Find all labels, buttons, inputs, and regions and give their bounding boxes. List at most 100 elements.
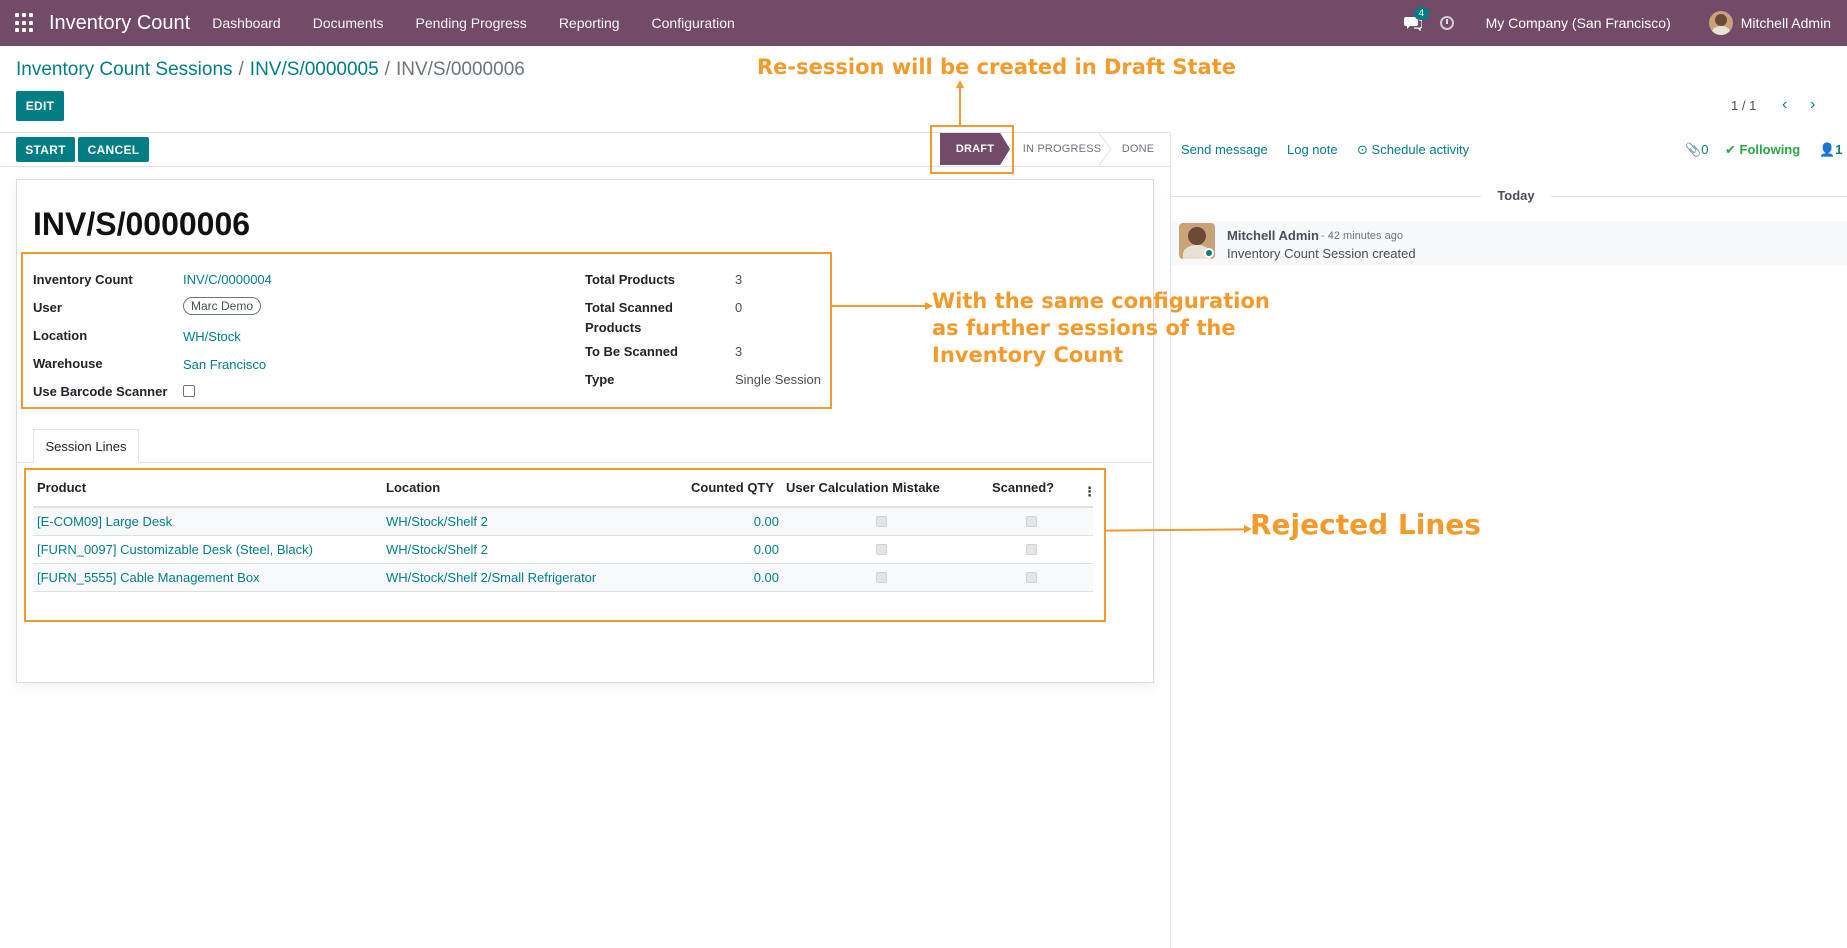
field-to-be-scanned: 3 xyxy=(735,344,743,359)
schedule-activity-button[interactable]: ⊙ Schedule activity xyxy=(1357,142,1469,158)
field-label-total-scanned-line2: Products xyxy=(585,320,642,335)
attachments-button[interactable]: 📎0 xyxy=(1685,142,1708,158)
annotation-rejected-note: Rejected Lines xyxy=(1250,508,1481,541)
followers-count: 1 xyxy=(1835,142,1843,157)
field-total-products: 3 xyxy=(735,272,743,287)
breadcrumb-separator: / xyxy=(238,59,244,80)
field-label-total-scanned: Total Scanned xyxy=(585,300,673,315)
field-label-total-products: Total Products xyxy=(585,272,676,287)
field-type: Single Session xyxy=(735,372,821,387)
app-name[interactable]: Inventory Count xyxy=(49,12,190,35)
user-menu[interactable]: Mitchell Admin xyxy=(1741,15,1831,31)
field-warehouse[interactable]: San Francisco xyxy=(183,357,266,372)
stage-draft[interactable]: DRAFT xyxy=(940,133,1010,165)
stage-done[interactable]: DONE xyxy=(1112,133,1164,165)
field-user[interactable]: Marc Demo xyxy=(183,297,262,315)
table-row[interactable]: [FURN_0097] Customizable Desk (Steel, Bl… xyxy=(33,536,1093,564)
table-row[interactable]: [FURN_5555] Cable Management Box WH/Stoc… xyxy=(33,564,1093,592)
clock-icon: ⊙ xyxy=(1357,142,1368,157)
menu-dashboard[interactable]: Dashboard xyxy=(212,15,281,31)
field-label-inventory-count: Inventory Count xyxy=(33,272,133,287)
row-product[interactable]: [FURN_0097] Customizable Desk (Steel, Bl… xyxy=(37,542,313,557)
message-author[interactable]: Mitchell Admin xyxy=(1227,228,1319,243)
field-inventory-count[interactable]: INV/C/0000004 xyxy=(183,272,272,287)
apps-menu-icon[interactable] xyxy=(15,13,35,33)
field-label-warehouse: Warehouse xyxy=(33,356,103,371)
paperclip-icon: 📎 xyxy=(1685,142,1702,157)
edit-button[interactable]: EDIT xyxy=(16,91,64,121)
person-icon: 👤 xyxy=(1819,142,1836,157)
menu-reporting[interactable]: Reporting xyxy=(559,15,620,31)
log-note-button[interactable]: Log note xyxy=(1287,142,1338,157)
breadcrumb-parent-session[interactable]: INV/S/0000005 xyxy=(250,59,379,81)
column-header-counted-qty[interactable]: Counted QTY xyxy=(691,480,774,495)
message-timestamp: - 42 minutes ago xyxy=(1321,230,1403,242)
field-label-type: Type xyxy=(585,372,615,387)
menu-pending-progress[interactable]: Pending Progress xyxy=(416,15,527,31)
activity-clock-icon[interactable] xyxy=(1439,16,1454,30)
optional-columns-icon[interactable]: ⋮ xyxy=(1083,484,1096,500)
chatter-message: Mitchell Admin - 42 minutes ago Inventor… xyxy=(1171,221,1847,265)
annotation-draft-note: Re-session will be created in Draft Stat… xyxy=(757,55,1237,79)
start-button[interactable]: START xyxy=(16,137,75,162)
user-avatar[interactable] xyxy=(1708,11,1733,35)
row-product[interactable]: [FURN_5555] Cable Management Box xyxy=(37,570,260,585)
attachments-count: 0 xyxy=(1701,142,1709,157)
tab-session-lines[interactable]: Session Lines xyxy=(33,429,139,463)
breadcrumb-current: INV/S/0000006 xyxy=(395,59,525,80)
online-status-icon xyxy=(1204,248,1214,258)
annotation-config-note: With the same configuration as further s… xyxy=(932,288,1270,369)
check-icon: ✔ xyxy=(1725,142,1736,157)
record-title: INV/S/0000006 xyxy=(33,206,251,242)
table-row[interactable]: [E-COM09] Large Desk WH/Stock/Shelf 2 0.… xyxy=(33,508,1093,536)
following-label: Following xyxy=(1739,142,1801,157)
row-counted-qty: 0.00 xyxy=(753,514,779,529)
stage-in-progress[interactable]: IN PROGRESS xyxy=(1012,133,1112,165)
divider xyxy=(1551,196,1847,197)
form-sheet xyxy=(16,179,1154,683)
row-product[interactable]: [E-COM09] Large Desk xyxy=(37,514,172,529)
annotation-arrow xyxy=(959,88,961,125)
company-switcher[interactable]: My Company (San Francisco) xyxy=(1486,15,1671,31)
column-header-product[interactable]: Product xyxy=(37,480,86,495)
chat-count-badge: 4 xyxy=(1413,7,1430,20)
row-scanned-checkbox xyxy=(1026,516,1037,527)
menu-documents[interactable]: Documents xyxy=(313,15,384,31)
column-header-scanned[interactable]: Scanned? xyxy=(992,480,1054,495)
user-tag[interactable]: Marc Demo xyxy=(183,297,262,315)
field-label-location: Location xyxy=(33,328,88,343)
chat-icon[interactable]: 4 xyxy=(1403,7,1430,32)
breadcrumb-sessions[interactable]: Inventory Count Sessions xyxy=(16,59,233,81)
row-location[interactable]: WH/Stock/Shelf 2 xyxy=(386,542,488,557)
cancel-button[interactable]: CANCEL xyxy=(78,137,149,162)
annotation-arrow xyxy=(832,305,927,307)
field-total-scanned: 0 xyxy=(735,300,743,315)
send-message-button[interactable]: Send message xyxy=(1181,142,1268,157)
breadcrumb-separator: / xyxy=(384,59,390,80)
field-location[interactable]: WH/Stock xyxy=(183,329,241,344)
row-counted-qty: 0.00 xyxy=(753,542,779,557)
schedule-activity-label: Schedule activity xyxy=(1371,142,1470,157)
date-separator: Today xyxy=(1497,188,1535,203)
field-label-user: User xyxy=(33,300,62,315)
use-barcode-scanner-checkbox[interactable] xyxy=(183,385,195,397)
message-body: Inventory Count Session created xyxy=(1227,246,1416,261)
row-location[interactable]: WH/Stock/Shelf 2/Small Refrigerator xyxy=(386,570,596,585)
annotation-arrow-head xyxy=(956,80,964,88)
followers-button[interactable]: 👤1 xyxy=(1819,142,1842,158)
column-header-user-calculation-mistake[interactable]: User Calculation Mistake xyxy=(786,480,940,495)
row-counted-qty: 0.00 xyxy=(753,570,779,585)
row-scanned-checkbox xyxy=(1026,544,1037,555)
following-button[interactable]: ✔ Following xyxy=(1725,142,1800,158)
row-location[interactable]: WH/Stock/Shelf 2 xyxy=(386,514,488,529)
tab-bar xyxy=(16,462,1152,463)
row-user-mistake-checkbox xyxy=(876,572,887,583)
pager-next-icon[interactable]: › xyxy=(1810,97,1822,113)
top-navbar: Inventory Count Dashboard Documents Pend… xyxy=(0,0,1847,46)
field-label-to-be-scanned: To Be Scanned xyxy=(585,344,678,359)
divider xyxy=(1171,196,1481,197)
column-header-location[interactable]: Location xyxy=(386,480,440,495)
menu-configuration[interactable]: Configuration xyxy=(652,15,735,31)
pager-previous-icon[interactable]: ‹ xyxy=(1782,97,1794,113)
annotation-config-line-1: With the same configuration xyxy=(932,289,1270,313)
